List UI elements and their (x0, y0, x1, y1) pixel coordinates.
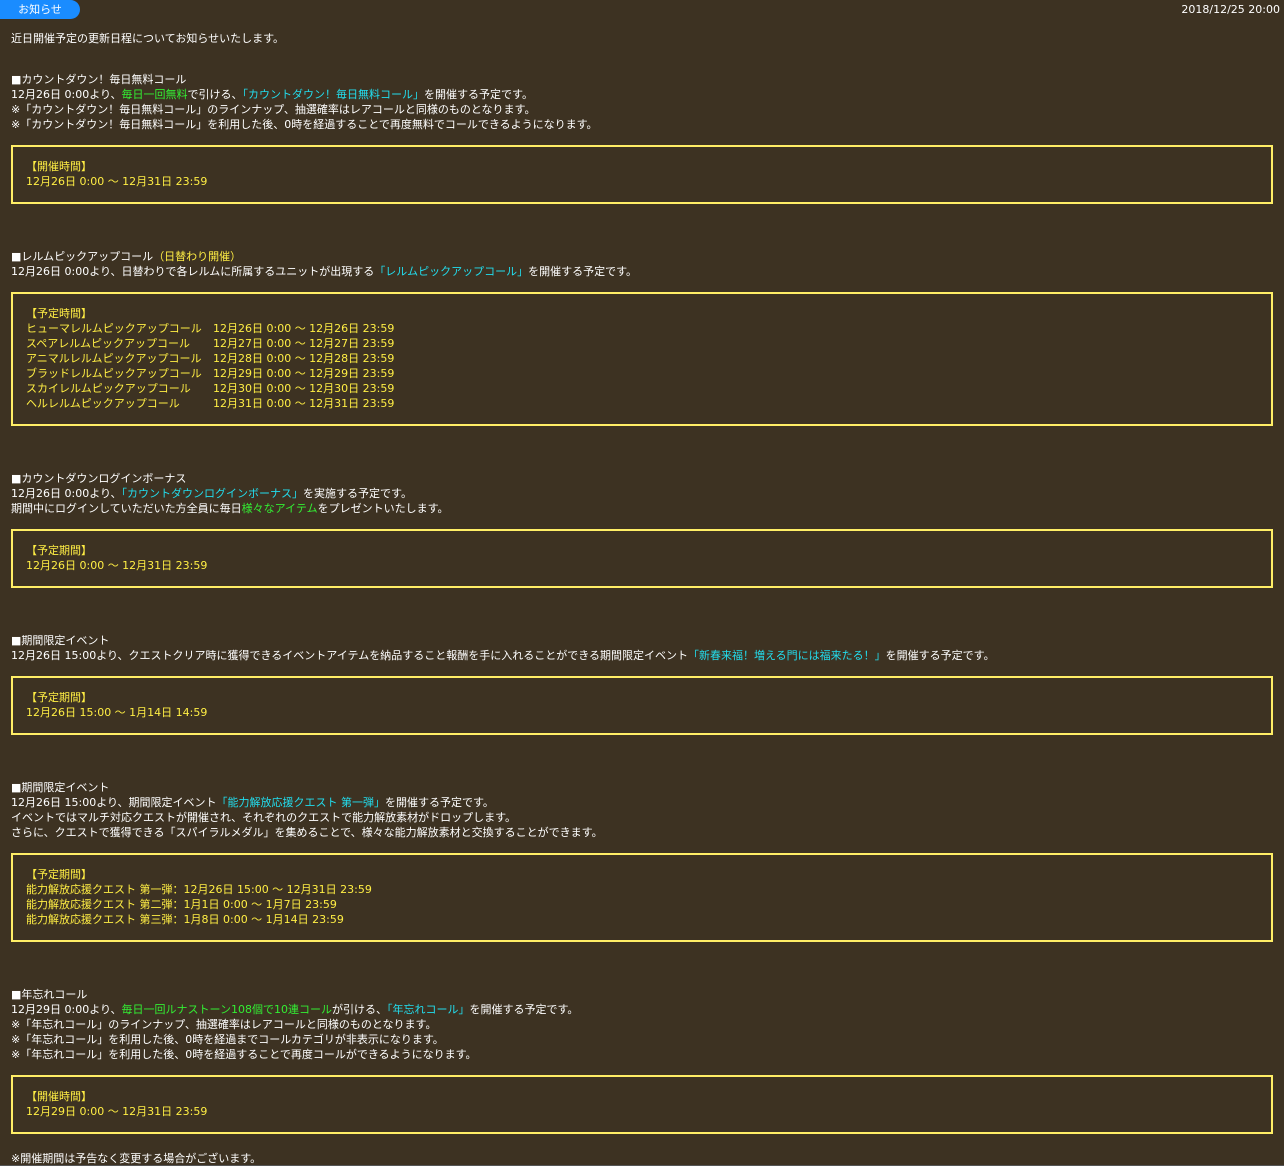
section-title: ■年忘れコール (11, 988, 88, 1001)
notice-tab[interactable]: お知らせ (0, 0, 80, 19)
notice-body: 近日開催予定の更新日程についてお知らせいたします。 ■カウントダウン！毎日無料コ… (11, 31, 1273, 1166)
box-line: 12月26日 0:00 ～ 12月31日 23:59 (26, 559, 208, 572)
box-title: 【予定時間】 (26, 307, 92, 320)
section-line: 12月29日 0:00より、毎日一回ルナストーン108個で10連コールが引ける、… (11, 1003, 579, 1016)
section-title: ■カウントダウンログインボーナス (11, 472, 187, 485)
schedule-row: スカイレルムピックアップコール 12月30日 0:00 ～ 12月30日 23:5… (26, 382, 395, 395)
box-title: 【開催時間】 (26, 1090, 92, 1103)
box-title: 【予定期間】 (26, 868, 92, 881)
schedule-row: ブラッドレルムピックアップコール 12月29日 0:00 ～ 12月29日 23:… (26, 367, 395, 380)
box-line: 能力解放応援クエスト 第二弾：1月1日 0:00 ～ 1月7日 23:59 (26, 898, 337, 911)
box-title: 【開催時間】 (26, 160, 92, 173)
section-note: ※「カウントダウン！毎日無料コール」を利用した後、0時を経過することで再度無料で… (11, 118, 598, 131)
post-datetime: 2018/12/25 20:00 (1181, 3, 1280, 16)
box-line: 12月29日 0:00 ～ 12月31日 23:59 (26, 1105, 208, 1118)
box-title: 【予定期間】 (26, 691, 92, 704)
section-title: ■期間限定イベント (11, 781, 110, 794)
schedule-row: アニマルレルムピックアップコール 12月28日 0:00 ～ 12月28日 23:… (26, 352, 395, 365)
schedule-box: 【予定期間】 12月26日 15:00 ～ 1月14日 14:59 (11, 676, 1273, 735)
schedule-row: ヒューマレルムピックアップコール 12月26日 0:00 ～ 12月26日 23:… (26, 322, 395, 335)
section-title: ■期間限定イベント (11, 634, 110, 647)
schedule-row: スペアレルムピックアップコール 12月27日 0:00 ～ 12月27日 23:5… (26, 337, 395, 350)
schedule-box: 【予定期間】 能力解放応援クエスト 第一弾：12月26日 15:00 ～ 12月… (11, 853, 1273, 942)
section-note: ※「年忘れコール」を利用した後、0時を経過までコールカテゴリが非表示になります。 (11, 1033, 444, 1046)
section-line: 12月26日 0:00より、日替わりで各レルムに所属するユニットが出現する「レル… (11, 265, 637, 278)
section-line: 12月26日 15:00より、期間限定イベント「能力解放応援クエスト 第一弾」を… (11, 796, 494, 809)
section-line: 12月26日 0:00より、毎日一回無料で引ける、「カウントダウン！毎日無料コー… (11, 88, 533, 101)
section-title: ■カウントダウン！毎日無料コール (11, 73, 187, 86)
schedule-box: 【予定時間】 ヒューマレルムピックアップコール 12月26日 0:00 ～ 12月… (11, 292, 1273, 426)
section-title: ■レルムピックアップコール（日替わり開催） (11, 250, 242, 263)
section-line: 12月26日 0:00より、「カウントダウンログインボーナス」を実施する予定です… (11, 487, 412, 500)
section-line: イベントではマルチ対応クエストが開催され、それぞれのクエストで能力解放素材がドロ… (11, 811, 517, 824)
box-title: 【予定期間】 (26, 544, 92, 557)
section-line: 12月26日 15:00より、クエストクリア時に獲得できるイベントアイテムを納品… (11, 649, 995, 662)
footer-note: ※開催期間は予告なく変更する場合がございます。 (11, 1152, 262, 1165)
box-line: 12月26日 15:00 ～ 1月14日 14:59 (26, 706, 208, 719)
section-line: さらに、クエストで獲得できる「スパイラルメダル」を集めることで、様々な能力解放素… (11, 826, 603, 839)
schedule-box: 【開催時間】 12月29日 0:00 ～ 12月31日 23:59 (11, 1075, 1273, 1134)
section-note: ※「カウントダウン！毎日無料コール」のラインナップ、抽選確率はレアコールと同様の… (11, 103, 536, 116)
box-line: 能力解放応援クエスト 第一弾：12月26日 15:00 ～ 12月31日 23:… (26, 883, 372, 896)
schedule-box: 【予定期間】 12月26日 0:00 ～ 12月31日 23:59 (11, 529, 1273, 588)
schedule-row: ヘルレルムピックアップコール 12月31日 0:00 ～ 12月31日 23:59 (26, 397, 395, 410)
schedule-box: 【開催時間】 12月26日 0:00 ～ 12月31日 23:59 (11, 145, 1273, 204)
box-line: 12月26日 0:00 ～ 12月31日 23:59 (26, 175, 208, 188)
section-note: ※「年忘れコール」のラインナップ、抽選確率はレアコールと同様のものとなります。 (11, 1018, 437, 1031)
box-line: 能力解放応援クエスト 第三弾：1月8日 0:00 ～ 1月14日 23:59 (26, 913, 344, 926)
section-line: 期間中にログインしていただいた方全員に毎日様々なアイテムをプレゼントいたします。 (11, 502, 449, 515)
section-note: ※「年忘れコール」を利用した後、0時を経過することで再度コールができるようになり… (11, 1048, 477, 1061)
intro-text: 近日開催予定の更新日程についてお知らせいたします。 (11, 32, 285, 45)
